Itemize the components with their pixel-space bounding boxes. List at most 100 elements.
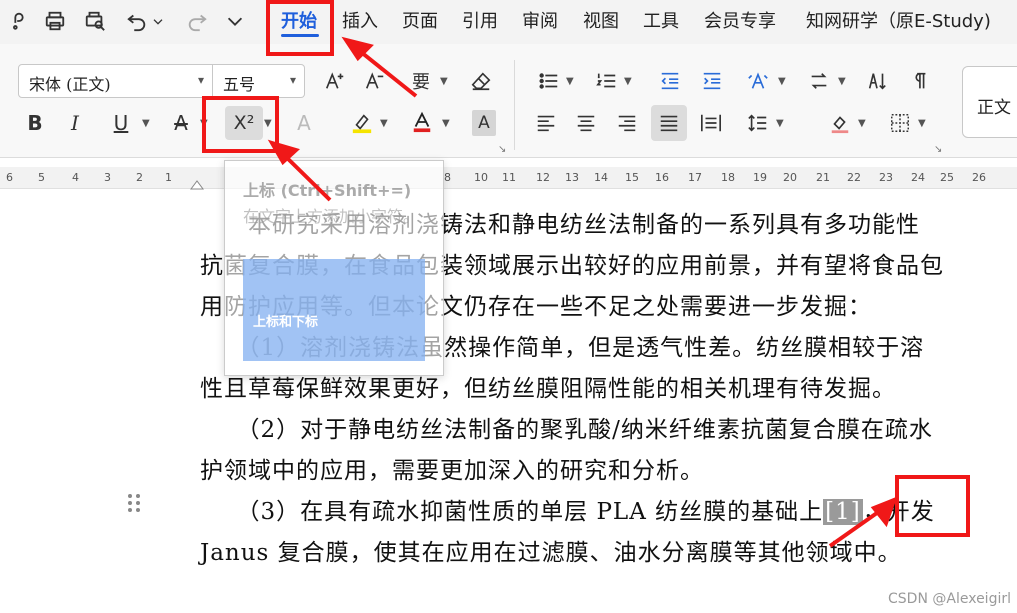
chevron-down-icon: ▾ <box>197 73 204 87</box>
chevron-down-icon[interactable]: ▼ <box>442 118 450 129</box>
font-name-select[interactable]: 宋体 (正文) ▾ <box>18 64 213 98</box>
ruler-number: 8 <box>444 171 451 184</box>
chevron-down-icon[interactable]: ▼ <box>142 118 150 129</box>
tab-review[interactable]: 审阅 <box>522 7 558 33</box>
paragraph-shading-icon[interactable] <box>826 108 854 138</box>
tooltip-title: 上标 (Ctrl+Shift+=) <box>243 181 412 200</box>
distribute-icon[interactable] <box>697 108 725 138</box>
tab-view[interactable]: 视图 <box>583 7 619 33</box>
paragraph-line: （3）在具有疏水抑菌性质的单层 PLA 纺丝膜的基础上[1]，开发 <box>200 492 935 526</box>
shrink-font-icon[interactable] <box>360 66 390 96</box>
align-left-icon[interactable] <box>532 108 560 138</box>
ribbon <box>0 44 1017 158</box>
redo-icon[interactable] <box>184 8 210 34</box>
ruler-number: 18 <box>721 171 735 184</box>
ruler-number: 4 <box>72 171 79 184</box>
tab-tools[interactable]: 工具 <box>643 7 679 33</box>
selected-citation[interactable]: [1] <box>823 499 863 525</box>
annotation-box-home-tab <box>266 0 334 56</box>
watermark: CSDN @Alexeigirl <box>888 591 1011 607</box>
line-text: （3）在具有疏水抑菌性质的单层 PLA 纺丝膜的基础上 <box>200 499 824 525</box>
chevron-down-icon[interactable]: ▼ <box>380 118 388 129</box>
align-right-icon[interactable] <box>613 108 641 138</box>
font-size-value: 五号 <box>223 75 256 94</box>
ruler-number: 11 <box>502 171 516 184</box>
paragraph-dialog-launcher-icon[interactable]: ↘ <box>934 144 942 155</box>
tab-cnki-estudy[interactable]: 知网研学（原E-Study) <box>806 7 991 33</box>
ruler-number: 1 <box>165 171 172 184</box>
superscript-tooltip: 上标 (Ctrl+Shift+=) 在文字上方添加小字符。 上标和下标 <box>224 160 444 376</box>
font-color-icon[interactable] <box>408 106 436 138</box>
justify-icon[interactable] <box>651 105 687 141</box>
grow-font-icon[interactable] <box>320 66 350 96</box>
print-preview-icon[interactable] <box>82 8 108 34</box>
tab-page[interactable]: 页面 <box>402 7 438 33</box>
ruler-number: 25 <box>940 171 954 184</box>
change-case-icon[interactable] <box>742 66 774 96</box>
underline-button[interactable]: U <box>108 108 134 138</box>
font-size-select[interactable]: 五号 ▾ <box>213 64 305 98</box>
chevron-down-icon[interactable]: ▼ <box>566 76 574 87</box>
style-normal-card[interactable]: 正文 <box>962 66 1017 138</box>
phonetic-guide-glyph: 要 <box>412 72 430 93</box>
ruler-number: 6 <box>6 171 13 184</box>
link-icon[interactable] <box>6 8 32 34</box>
print-icon[interactable] <box>42 8 68 34</box>
ruler-number: 21 <box>816 171 830 184</box>
annotation-box-superscript <box>202 96 279 153</box>
font-dialog-launcher-icon[interactable]: ↘ <box>498 144 506 155</box>
numbered-list-icon[interactable] <box>592 66 622 96</box>
text-effect-icon[interactable]: A <box>290 108 318 138</box>
tab-member[interactable]: 会员专享 <box>704 7 776 33</box>
clear-format-icon[interactable] <box>466 66 496 96</box>
drag-handle-icon[interactable] <box>127 492 141 514</box>
tooltip-description: 在文字上方添加小字符。 <box>243 207 420 226</box>
ruler-number: 15 <box>625 171 639 184</box>
chevron-down-icon[interactable]: ▼ <box>858 118 866 129</box>
chevron-down-icon: ▾ <box>289 73 296 87</box>
paragraph-line: 护领域中的应用，需要更加深入的研究和分析。 <box>200 458 704 484</box>
chevron-down-icon[interactable]: ▼ <box>440 76 448 87</box>
sort-icon[interactable] <box>862 66 892 96</box>
ruler-number: 10 <box>474 171 488 184</box>
align-center-icon[interactable] <box>572 108 600 138</box>
more-icon[interactable] <box>222 8 248 34</box>
ruler-number: 26 <box>972 171 986 184</box>
ruler: 6 5 4 3 2 1 8 10 11 12 13 14 15 16 17 18… <box>0 167 1017 189</box>
bullet-list-icon[interactable] <box>534 66 564 96</box>
decrease-indent-icon[interactable] <box>655 66 685 96</box>
show-marks-icon[interactable] <box>904 66 934 96</box>
chevron-down-icon[interactable]: ▼ <box>776 118 784 129</box>
ruler-number: 14 <box>594 171 608 184</box>
char-shading-icon[interactable]: A <box>472 110 496 136</box>
ruler-number: 16 <box>655 171 669 184</box>
ruler-number: 20 <box>783 171 797 184</box>
tab-insert[interactable]: 插入 <box>342 7 378 33</box>
text-direction-icon[interactable] <box>804 66 834 96</box>
chevron-down-icon[interactable]: ▼ <box>778 76 786 87</box>
menu-bar: 开始 插入 页面 引用 审阅 视图 工具 会员专享 知网研学（原E-Study) <box>0 0 1017 44</box>
ruler-number: 19 <box>753 171 767 184</box>
increase-indent-icon[interactable] <box>697 66 727 96</box>
undo-dropdown-icon[interactable] <box>150 8 166 34</box>
undo-icon[interactable] <box>124 8 150 34</box>
italic-button[interactable]: I <box>62 108 88 138</box>
ribbon-divider <box>514 60 515 150</box>
strikethrough-button[interactable]: A <box>168 108 194 138</box>
paragraph-line: （2）对于静电纺丝法制备的聚乳酸/纳米纤维素抗菌复合膜在疏水 <box>200 417 933 443</box>
ruler-number: 5 <box>38 171 45 184</box>
chevron-down-icon[interactable]: ▼ <box>838 76 846 87</box>
chevron-down-icon[interactable]: ▼ <box>624 76 632 87</box>
font-name-value: 宋体 (正文) <box>29 75 111 94</box>
line-spacing-icon[interactable] <box>744 108 772 138</box>
tooltip-preview-label: 上标和下标 <box>253 315 319 330</box>
ruler-number: 17 <box>688 171 702 184</box>
tab-references[interactable]: 引用 <box>462 7 498 33</box>
chevron-down-icon[interactable]: ▼ <box>918 118 926 129</box>
ruler-number: 3 <box>104 171 111 184</box>
highlight-icon[interactable] <box>348 108 376 138</box>
ruler-number: 2 <box>136 171 143 184</box>
borders-icon[interactable] <box>886 108 914 138</box>
phonetic-guide-button[interactable]: 要 <box>404 64 438 98</box>
bold-button[interactable]: B <box>22 108 48 138</box>
